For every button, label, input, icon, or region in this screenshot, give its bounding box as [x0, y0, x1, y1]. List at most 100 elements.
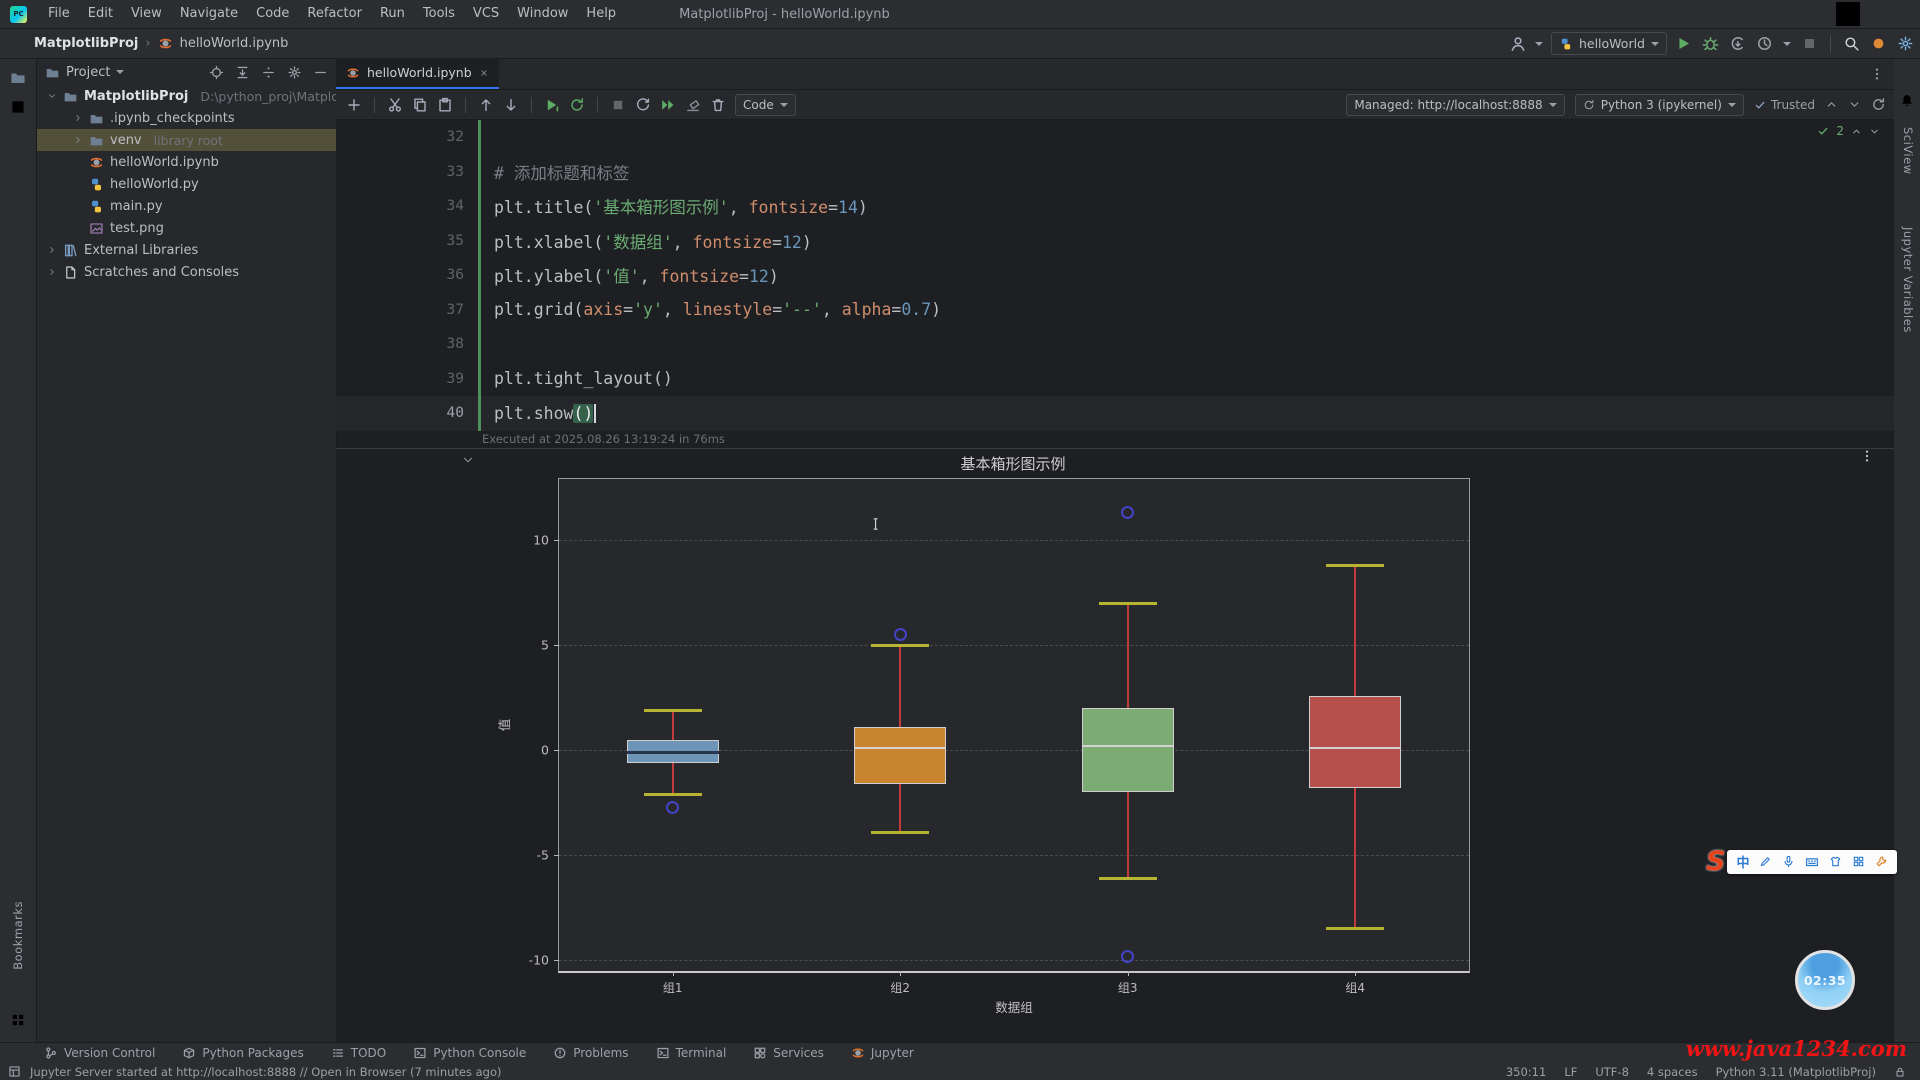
- interrupt-kernel-button[interactable]: [610, 97, 626, 113]
- inspections-widget[interactable]: 2: [1817, 124, 1880, 138]
- stop-button[interactable]: [1801, 35, 1818, 52]
- ime-toolbox-icon[interactable]: [1852, 855, 1865, 868]
- ime-mic-icon[interactable]: [1782, 855, 1795, 868]
- lock-icon[interactable]: [1894, 1066, 1906, 1078]
- close-icon[interactable]: [1872, 0, 1920, 28]
- ime-keyboard-icon[interactable]: [1805, 855, 1819, 869]
- file-encoding[interactable]: UTF-8: [1595, 1065, 1629, 1079]
- locate-icon[interactable]: [209, 65, 224, 80]
- menu-run[interactable]: Run: [371, 0, 414, 28]
- add-cell-button[interactable]: [346, 97, 362, 113]
- tab-options-kebab-icon[interactable]: [1870, 67, 1884, 81]
- ime-pen-icon[interactable]: [1759, 855, 1772, 868]
- code-line-38[interactable]: 38: [336, 327, 1894, 362]
- code-line-33[interactable]: 33# 添加标题和标签: [336, 155, 1894, 190]
- tool-window-button-terminal[interactable]: Terminal: [656, 1046, 727, 1060]
- cell-type-select[interactable]: Code: [735, 94, 796, 116]
- tool-window-button-version-control[interactable]: Version Control: [44, 1046, 155, 1060]
- paste-cell-button[interactable]: [437, 97, 453, 113]
- menu-refactor[interactable]: Refactor: [298, 0, 371, 28]
- refresh-icon[interactable]: [1871, 97, 1886, 112]
- tree-item--ipynb-checkpoints[interactable]: .ipynb_checkpoints: [37, 107, 336, 129]
- prev-issue-chevron-icon[interactable]: [1851, 126, 1862, 137]
- menu-window[interactable]: Window: [508, 0, 577, 28]
- bookmarks-tool-icon[interactable]: [10, 1012, 26, 1028]
- tree-chevron-icon[interactable]: [73, 135, 83, 145]
- server-select[interactable]: Managed: http://localhost:8888: [1346, 94, 1564, 116]
- run-all-button[interactable]: [660, 97, 676, 113]
- tree-item-helloworld-ipynb[interactable]: helloWorld.ipynb: [37, 151, 336, 173]
- tree-chevron-icon[interactable]: [73, 113, 83, 123]
- sogou-logo-icon[interactable]: S: [1706, 846, 1725, 877]
- orange-status-icon[interactable]: [1870, 35, 1887, 52]
- collapse-all-icon[interactable]: [235, 65, 250, 80]
- ime-chinese-mode-icon[interactable]: 中: [1736, 852, 1749, 871]
- run-config-select[interactable]: helloWorld: [1551, 32, 1667, 55]
- tool-window-button-python-packages[interactable]: Python Packages: [182, 1046, 303, 1060]
- menu-vcs[interactable]: VCS: [464, 0, 508, 28]
- cut-cell-button[interactable]: [387, 97, 403, 113]
- tool-window-button-jupyter[interactable]: Jupyter: [851, 1046, 914, 1060]
- tool-window-button-problems[interactable]: Problems: [553, 1046, 628, 1060]
- tree-item-venv[interactable]: venvlibrary root: [37, 129, 336, 151]
- tool-window-button-services[interactable]: Services: [753, 1046, 824, 1060]
- tree-item-main-py[interactable]: main.py: [37, 195, 336, 217]
- python-interpreter[interactable]: Python 3.11 (MatplotlibProj): [1716, 1065, 1876, 1079]
- ime-wrench-icon[interactable]: [1875, 855, 1888, 868]
- tool-window-button-todo[interactable]: TODO: [331, 1046, 386, 1060]
- next-issue-chevron-icon[interactable]: [1869, 126, 1880, 137]
- code-line-32[interactable]: 32: [336, 120, 1894, 155]
- menu-edit[interactable]: Edit: [79, 0, 122, 28]
- menu-view[interactable]: View: [122, 0, 171, 28]
- panel-settings-gear-icon[interactable]: [287, 65, 302, 80]
- tab-close-icon[interactable]: [479, 68, 489, 78]
- user-icon[interactable]: [1509, 35, 1527, 53]
- sciview-tool-label[interactable]: SciView: [1901, 127, 1915, 175]
- menu-navigate[interactable]: Navigate: [171, 0, 247, 28]
- search-everywhere-button[interactable]: [1843, 35, 1860, 52]
- hide-panel-icon[interactable]: [313, 65, 328, 80]
- collapse-output-chevron-icon[interactable]: [461, 453, 475, 467]
- menu-tools[interactable]: Tools: [414, 0, 464, 28]
- delete-cell-button[interactable]: [710, 97, 726, 113]
- notebook-code-cell[interactable]: 3233# 添加标题和标签34plt.title('基本箱形图示例', font…: [336, 120, 1894, 432]
- copy-cell-button[interactable]: [412, 97, 428, 113]
- restart-and-run-button[interactable]: [635, 97, 651, 113]
- minimize-icon[interactable]: [1776, 0, 1824, 28]
- kernel-select[interactable]: Python 3 (ipykernel): [1575, 94, 1744, 116]
- code-line-39[interactable]: 39plt.tight_layout(): [336, 362, 1894, 397]
- tab-helloworld-ipynb[interactable]: helloWorld.ipynb: [336, 58, 499, 89]
- move-cell-down-button[interactable]: [503, 97, 519, 113]
- breadcrumb-file[interactable]: helloWorld.ipynb: [180, 36, 289, 51]
- run-cell-button[interactable]: [544, 97, 560, 113]
- tree-item-helloworld-py[interactable]: helloWorld.py: [37, 173, 336, 195]
- expand-settings-icon[interactable]: [261, 65, 276, 80]
- jupyter-variables-tool-label[interactable]: Jupyter Variables: [1901, 227, 1915, 333]
- run-button[interactable]: [1675, 35, 1692, 52]
- code-line-37[interactable]: 37plt.grid(axis='y', linestyle='--', alp…: [336, 293, 1894, 328]
- menu-code[interactable]: Code: [247, 0, 298, 28]
- output-options-kebab-icon[interactable]: [1860, 449, 1874, 463]
- code-line-35[interactable]: 35plt.xlabel('数据组', fontsize=12): [336, 224, 1894, 259]
- project-tool-icon[interactable]: [10, 69, 27, 86]
- profile-button[interactable]: [1756, 35, 1773, 52]
- indent-style[interactable]: 4 spaces: [1647, 1065, 1698, 1079]
- code-line-40[interactable]: 40plt.show(): [336, 396, 1894, 431]
- tree-item-external-libraries[interactable]: External Libraries: [37, 239, 336, 261]
- menu-file[interactable]: File: [39, 0, 79, 28]
- breadcrumb-project[interactable]: MatplotlibProj: [34, 36, 138, 51]
- tree-chevron-icon[interactable]: [47, 267, 57, 277]
- tree-chevron-icon[interactable]: [47, 91, 57, 101]
- notifications-bell-icon[interactable]: [1900, 93, 1915, 108]
- code-line-34[interactable]: 34plt.title('基本箱形图示例', fontsize=14): [336, 189, 1894, 224]
- caret-position[interactable]: 350:11: [1506, 1065, 1546, 1079]
- code-line-36[interactable]: 36plt.ylabel('值', fontsize=12): [336, 258, 1894, 293]
- project-panel-title[interactable]: Project: [66, 65, 110, 80]
- project-panel-caret-icon[interactable]: [116, 70, 124, 74]
- maximize-icon[interactable]: [1824, 0, 1872, 28]
- prev-cell-chevron-icon[interactable]: [1825, 98, 1838, 111]
- trusted-checkbox[interactable]: Trusted: [1754, 98, 1815, 112]
- ime-skin-icon[interactable]: [1829, 855, 1842, 868]
- menu-help[interactable]: Help: [577, 0, 625, 28]
- restart-kernel-button[interactable]: [569, 97, 585, 113]
